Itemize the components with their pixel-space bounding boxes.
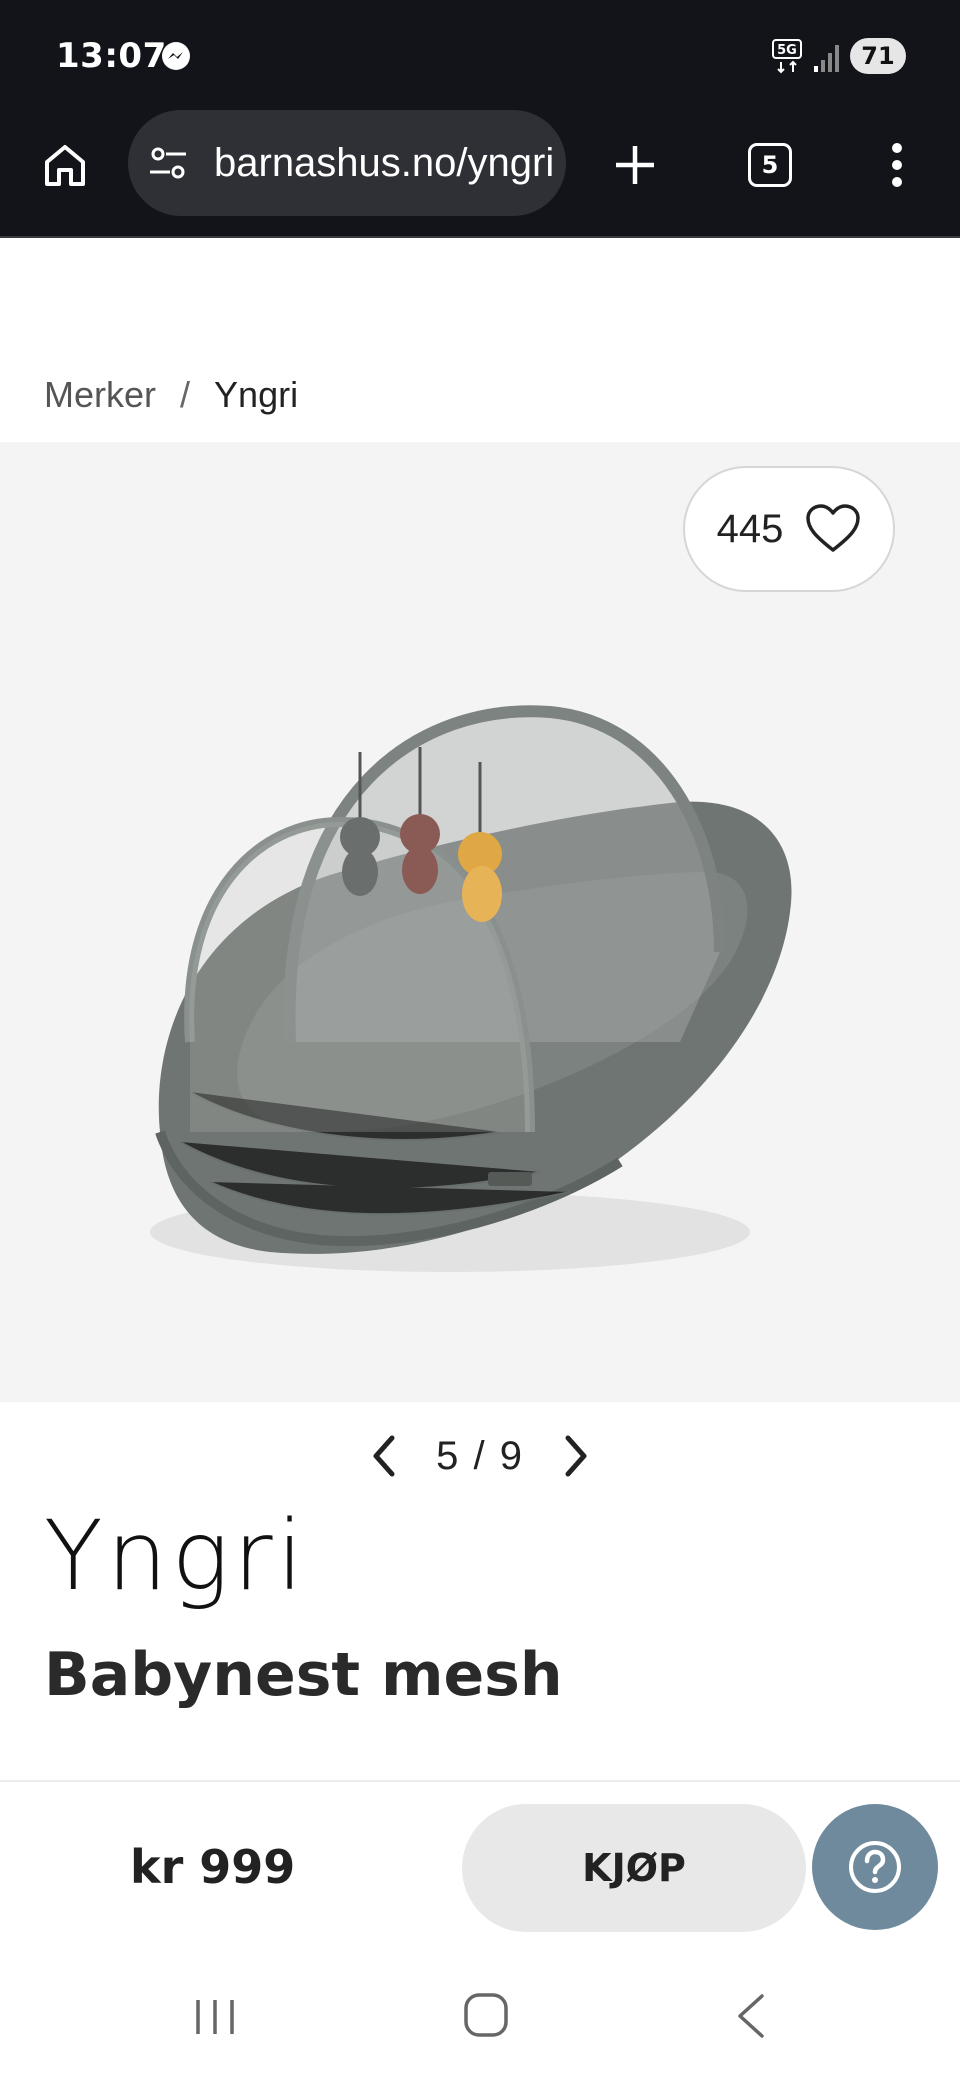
favorite-count: 445 — [716, 506, 784, 551]
status-time: 13:07 — [56, 36, 167, 76]
product-image — [150, 705, 792, 1272]
system-nav-bar — [0, 1950, 960, 2080]
chevron-left-icon[interactable] — [370, 1434, 398, 1478]
signal-icon — [814, 45, 839, 72]
price: kr 999 — [130, 1840, 296, 1894]
purchase-bar: kr 999 KJØP — [0, 1780, 960, 1950]
breadcrumb-link-merker[interactable]: Merker — [44, 374, 156, 416]
home-button[interactable] — [30, 130, 100, 200]
pager-total: 9 — [499, 1433, 524, 1478]
more-vert-icon — [892, 143, 902, 187]
browser-toolbar: barnashus.no/yngri 5 — [0, 108, 960, 238]
status-bar: 13:07 5G 71 — [0, 0, 960, 108]
help-icon — [849, 1841, 901, 1893]
pager-separator: / — [473, 1433, 487, 1478]
heart-icon — [806, 504, 861, 552]
buy-button[interactable]: KJØP — [462, 1804, 806, 1932]
site-settings-icon[interactable] — [146, 140, 192, 186]
svg-text:5G: 5G — [777, 43, 797, 58]
url-text[interactable]: barnashus.no/yngri — [214, 141, 554, 186]
new-tab-button[interactable] — [600, 130, 670, 200]
back-icon[interactable] — [730, 1990, 774, 2042]
new-tab-icon — [616, 146, 654, 184]
product-title: Babynest mesh — [44, 1640, 563, 1710]
help-button[interactable] — [812, 1804, 938, 1930]
chevron-right-icon[interactable] — [562, 1434, 590, 1478]
gallery-pager: 5 / 9 — [370, 1428, 590, 1484]
breadcrumb: Merker / Yngri — [44, 374, 298, 416]
pager-current: 5 — [436, 1433, 461, 1478]
5g-icon: 5G — [772, 39, 802, 74]
brand-name: Yngri — [44, 1500, 308, 1612]
pager-text: 5 / 9 — [436, 1434, 524, 1479]
more-menu-button[interactable] — [862, 130, 932, 200]
home-icon — [45, 145, 85, 186]
battery-badge: 71 — [850, 38, 906, 74]
breadcrumb-current[interactable]: Yngri — [214, 374, 298, 416]
recent-apps-icon[interactable] — [190, 1992, 240, 2042]
messenger-icon — [162, 42, 190, 70]
tabs-button[interactable]: 5 — [735, 130, 805, 200]
brand-logo[interactable]: Yngri — [44, 1508, 334, 1604]
home-button-icon[interactable] — [462, 1990, 510, 2040]
address-bar[interactable]: barnashus.no/yngri — [128, 110, 566, 216]
breadcrumb-separator: / — [180, 374, 191, 415]
tabs-icon: 5 — [748, 143, 792, 187]
product-gallery[interactable]: 445 — [0, 442, 960, 1402]
